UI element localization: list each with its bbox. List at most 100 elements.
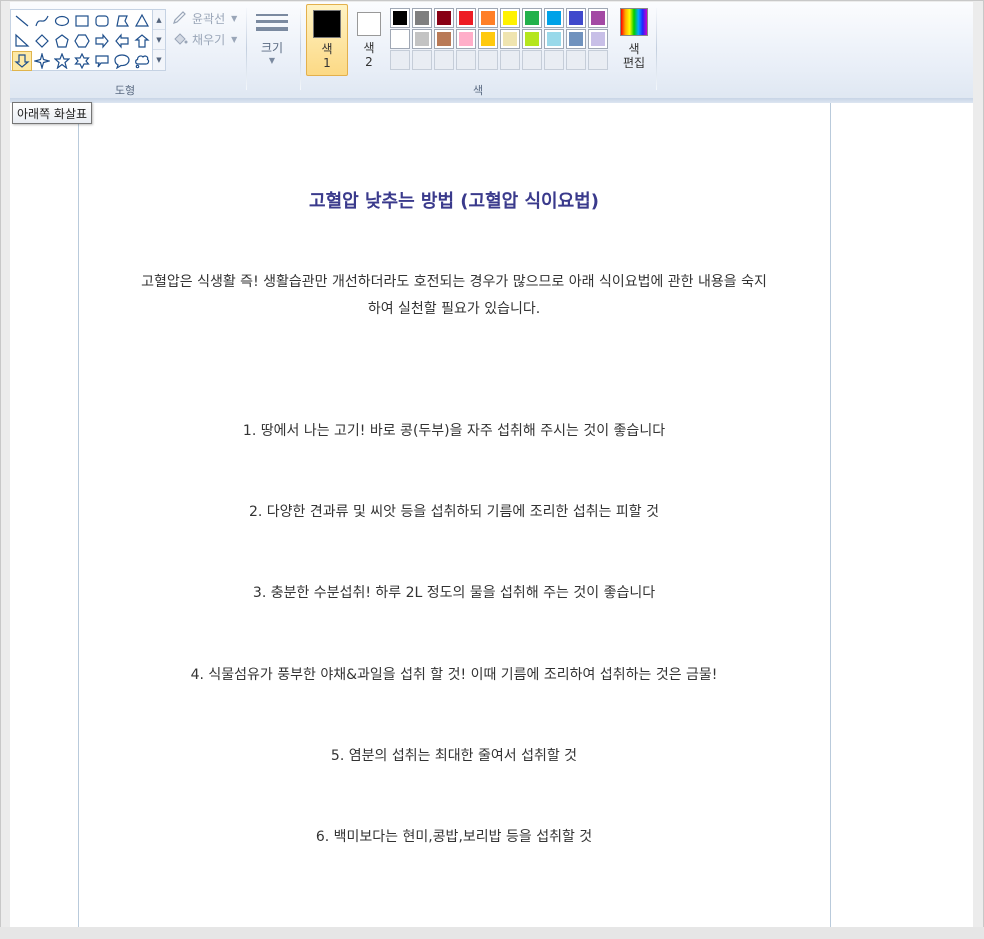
size-dropdown[interactable]: 크기 ▼ (254, 10, 290, 70)
polygon-icon[interactable] (112, 11, 132, 31)
swatch-fill (481, 11, 495, 25)
swatch-fill (569, 11, 583, 25)
palette-custom-slot[interactable] (390, 50, 410, 70)
list-item: 1. 땅에서 나는 고기! 바로 콩(두부)을 자주 섭취해 주시는 것이 좋습… (242, 423, 666, 439)
palette-color-swatch[interactable] (434, 29, 454, 49)
curve-icon[interactable] (32, 11, 52, 31)
pencil-outline-icon (173, 11, 186, 24)
line-icon[interactable] (12, 11, 32, 31)
swatch-fill (415, 32, 429, 46)
size-label: 크기 (260, 41, 284, 55)
swatch-fill (547, 32, 561, 46)
palette-color-swatch[interactable] (478, 8, 498, 28)
palette-color-swatch[interactable] (412, 29, 432, 49)
palette-custom-slot[interactable] (544, 50, 564, 70)
line-size-icon (256, 14, 288, 35)
rectangle-callout-icon[interactable] (92, 51, 112, 71)
palette-custom-slot[interactable] (434, 50, 454, 70)
palette-custom-slot[interactable] (566, 50, 586, 70)
pentagon-icon[interactable] (52, 31, 72, 51)
right-arrow-icon[interactable] (92, 31, 112, 51)
color1-button[interactable]: 색 1 (306, 4, 348, 76)
shapes-group-label: 도형 (114, 84, 136, 97)
group-divider (246, 8, 247, 90)
document-intro: 고혈압은 식생활 즉! 생활습관만 개선하더라도 호전되는 경우가 많으므로 아… (86, 269, 822, 323)
swatch-fill (547, 11, 561, 25)
swatch-fill (459, 32, 473, 46)
swatch-fill (393, 32, 407, 46)
shapes-gallery[interactable] (10, 9, 162, 71)
swatch-fill (503, 11, 517, 25)
swatch-fill (481, 32, 495, 46)
color2-number: 2 (365, 55, 373, 69)
palette-color-swatch[interactable] (500, 29, 520, 49)
palette-color-swatch[interactable] (456, 29, 476, 49)
rounded-rectangle-icon[interactable] (92, 11, 112, 31)
color1-swatch (313, 10, 341, 38)
palette-color-swatch[interactable] (566, 29, 586, 49)
swatch-fill (437, 32, 451, 46)
drawing-canvas[interactable]: 고혈압 낮추는 방법 (고혈압 식이요법) 고혈압은 식생활 즉! 생활습관만 … (10, 103, 973, 927)
palette-color-swatch[interactable] (500, 8, 520, 28)
triangle-icon[interactable] (132, 11, 152, 31)
palette-color-swatch[interactable] (566, 8, 586, 28)
palette-custom-slot[interactable] (456, 50, 476, 70)
palette-color-swatch[interactable] (412, 8, 432, 28)
group-divider (656, 8, 657, 90)
chevron-down-icon: ▼ (231, 13, 238, 23)
palette-custom-slot[interactable] (478, 50, 498, 70)
shapes-scrollbar[interactable]: ▲ ▼ ▼ (152, 9, 166, 71)
expand-gallery-icon[interactable]: ▼ (153, 50, 165, 70)
palette-color-swatch[interactable] (588, 8, 608, 28)
fill-label: 채우기 (192, 32, 226, 47)
cloud-callout-icon[interactable] (132, 51, 152, 71)
palette-color-swatch[interactable] (588, 29, 608, 49)
palette-custom-slot[interactable] (522, 50, 542, 70)
edit-colors-label-line2: 편집 (622, 56, 646, 70)
list-item: 5. 염분의 섭취는 최대한 줄여서 섭취할 것 (330, 748, 578, 764)
color1-number: 1 (323, 56, 331, 70)
fill-dropdown[interactable]: 채우기 ▼ (172, 30, 237, 48)
palette-color-swatch[interactable] (434, 8, 454, 28)
palette-color-swatch[interactable] (456, 8, 476, 28)
scroll-down-icon[interactable]: ▼ (153, 30, 165, 50)
color-spectrum-icon (620, 8, 648, 36)
palette-color-swatch[interactable] (522, 8, 542, 28)
palette-color-swatch[interactable] (390, 29, 410, 49)
four-point-star-icon[interactable] (32, 51, 52, 71)
down-arrow-icon[interactable] (12, 51, 32, 71)
up-arrow-icon[interactable] (132, 31, 152, 51)
chevron-down-icon: ▼ (231, 34, 238, 44)
left-arrow-icon[interactable] (112, 31, 132, 51)
hexagon-icon[interactable] (72, 31, 92, 51)
list-item: 4. 식물섬유가 풍부한 야채&과일을 섭취 할 것! 이때 기름에 조리하여 … (190, 667, 718, 683)
palette-color-swatch[interactable] (544, 29, 564, 49)
rectangle-icon[interactable] (72, 11, 92, 31)
outline-dropdown[interactable]: 윤곽선 ▼ (172, 9, 237, 27)
palette-custom-slot[interactable] (500, 50, 520, 70)
right-margin-line (830, 103, 831, 927)
palette-color-swatch[interactable] (522, 29, 542, 49)
color2-button[interactable]: 색 2 (348, 4, 390, 76)
palette-custom-slot[interactable] (588, 50, 608, 70)
right-triangle-icon[interactable] (12, 31, 32, 51)
diamond-icon[interactable] (32, 31, 52, 51)
oval-icon[interactable] (52, 11, 72, 31)
document-image: 고혈압 낮추는 방법 (고혈압 식이요법) 고혈압은 식생활 즉! 생활습관만 … (78, 103, 830, 927)
color2-label: 색 (363, 41, 375, 55)
window-bottom-border (0, 927, 984, 939)
palette-custom-slot[interactable] (412, 50, 432, 70)
document-title: 고혈압 낮추는 방법 (고혈압 식이요법) (309, 191, 599, 212)
palette-color-swatch[interactable] (544, 8, 564, 28)
paint-bucket-icon (174, 33, 188, 45)
list-item: 6. 백미보다는 현미,콩밥,보리밥 등을 섭취할 것 (315, 829, 593, 845)
edit-colors-button[interactable]: 색 편집 (616, 8, 652, 80)
six-point-star-icon[interactable] (72, 51, 92, 71)
scroll-up-icon[interactable]: ▲ (153, 10, 165, 30)
color2-swatch (357, 12, 381, 36)
swatch-fill (459, 11, 473, 25)
palette-color-swatch[interactable] (390, 8, 410, 28)
five-point-star-icon[interactable] (52, 51, 72, 71)
oval-callout-icon[interactable] (112, 51, 132, 71)
palette-color-swatch[interactable] (478, 29, 498, 49)
